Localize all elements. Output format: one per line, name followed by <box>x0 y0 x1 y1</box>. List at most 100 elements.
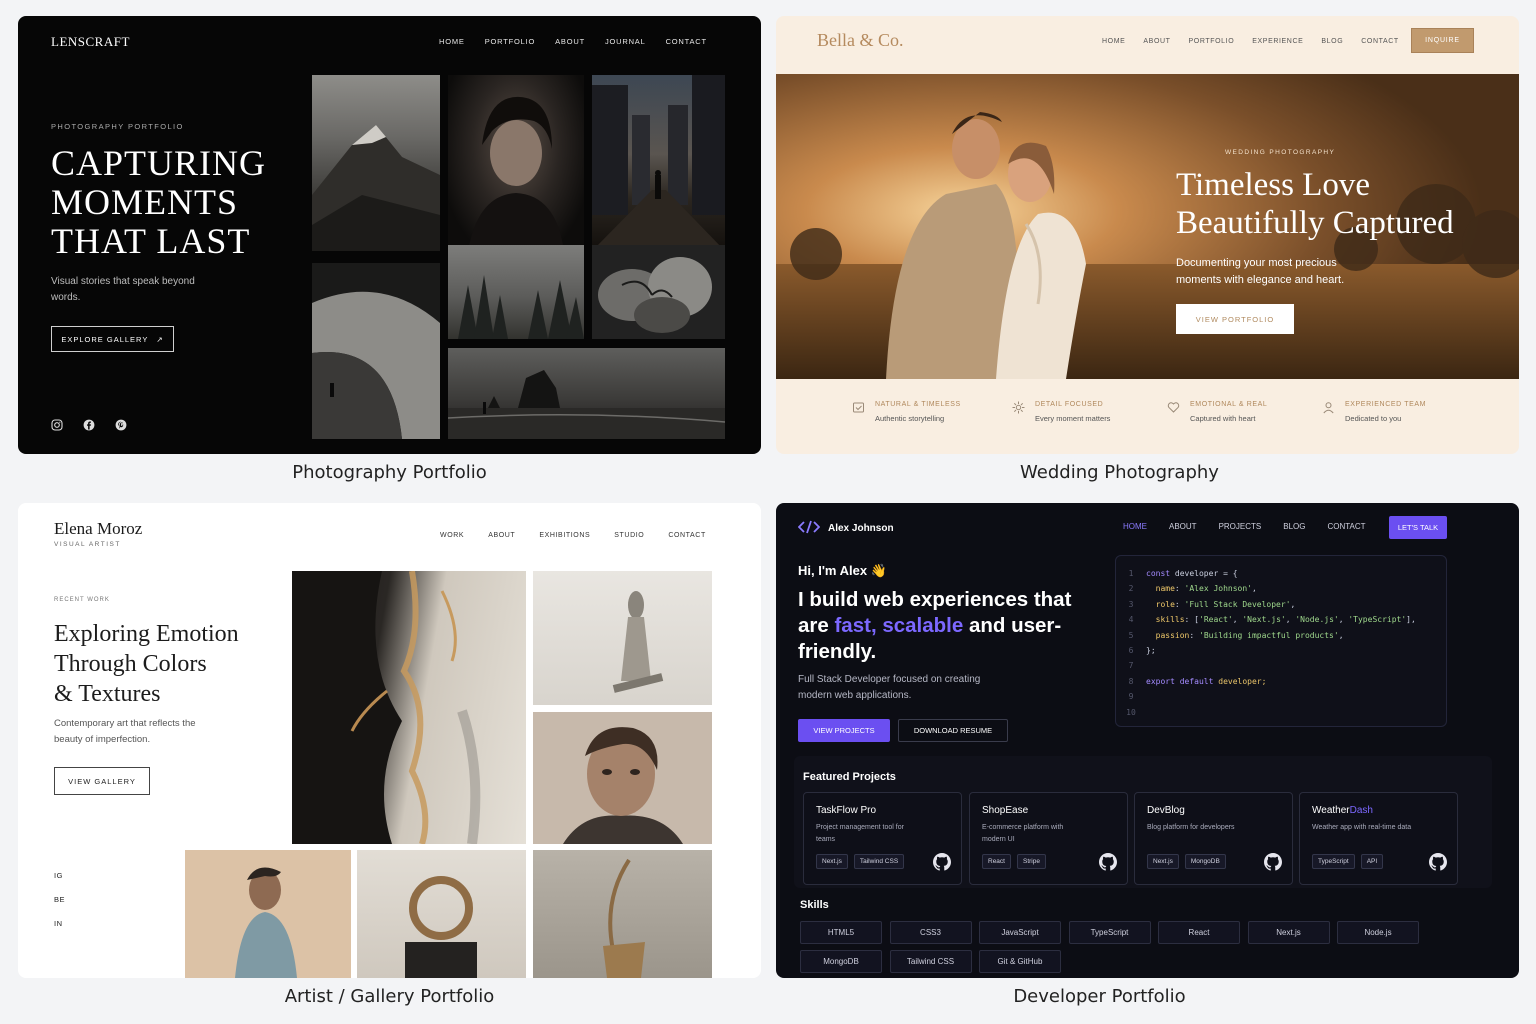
coastline-photo[interactable] <box>448 348 725 439</box>
project-description: Project management tool for teams <box>816 824 904 843</box>
nav-experience[interactable]: EXPERIENCE <box>1252 38 1303 45</box>
social-link-in[interactable]: IN <box>54 919 63 928</box>
nav-home[interactable]: HOME <box>1102 38 1125 45</box>
nav-studio[interactable]: STUDIO <box>614 532 644 539</box>
flower-photo[interactable] <box>592 245 725 339</box>
architecture-photo[interactable] <box>312 263 440 439</box>
code-line: 2 name: 'Alex Johnson', <box>1116 584 1446 599</box>
social-link-ig[interactable]: IG <box>54 871 63 880</box>
artist-name-logo[interactable]: Elena Moroz <box>54 519 142 539</box>
line-number: 7 <box>1128 661 1134 671</box>
nav-contact[interactable]: CONTACT <box>1327 522 1365 531</box>
mountain-photo[interactable] <box>312 75 440 251</box>
button-label: EXPLORE GALLERY <box>61 334 149 344</box>
skill-chip: JavaScript <box>979 921 1061 944</box>
github-icon[interactable] <box>1099 853 1117 876</box>
abstract-painting[interactable] <box>292 571 526 844</box>
nav-journal[interactable]: JOURNAL <box>605 37 646 46</box>
view-gallery-button[interactable]: VIEW GALLERY <box>54 767 150 795</box>
nav-about[interactable]: ABOUT <box>1169 522 1197 531</box>
photography-portfolio-preview[interactable]: LENSCRAFT HOME PORTFOLIO ABOUT JOURNAL C… <box>18 16 761 454</box>
feature-desc: Dedicated to you <box>1345 414 1402 423</box>
skill-chip: TypeScript <box>1068 921 1151 944</box>
headline-line-2: MOMENTS <box>51 182 239 222</box>
nav-contact[interactable]: CONTACT <box>1361 38 1399 45</box>
nav-blog[interactable]: BLOG <box>1283 522 1305 531</box>
nav-about[interactable]: ABOUT <box>488 532 515 539</box>
nav-blog[interactable]: BLOG <box>1321 38 1343 45</box>
nav-portfolio[interactable]: PORTFOLIO <box>485 37 535 46</box>
nav-home[interactable]: HOME <box>439 37 465 46</box>
feature-title: EXPERIENCED TEAM <box>1345 401 1427 408</box>
download-resume-button[interactable]: DOWNLOAD RESUME <box>898 719 1008 742</box>
card-caption: Developer Portfolio <box>1013 986 1186 1007</box>
site-brand[interactable]: Alex Johnson <box>797 520 894 537</box>
city-street-photo[interactable] <box>592 75 725 251</box>
nav-exhibitions[interactable]: EXHIBITIONS <box>539 532 590 539</box>
portrait-photo[interactable] <box>448 75 584 251</box>
site-logo[interactable]: Bella & Co. <box>817 30 904 51</box>
nav-contact[interactable]: CONTACT <box>668 532 706 539</box>
nav-about[interactable]: ABOUT <box>555 37 585 46</box>
sparkle-icon <box>1012 401 1025 423</box>
project-tags: TypeScript API <box>1312 854 1384 869</box>
lets-talk-button[interactable]: LET'S TALK <box>1389 516 1447 539</box>
pinterest-icon[interactable] <box>115 418 127 431</box>
wedding-photography-preview[interactable]: Bella & Co. HOME ABOUT PORTFOLIO EXPERIE… <box>776 16 1519 454</box>
view-portfolio-button[interactable]: VIEW PORTFOLIO <box>1176 304 1294 334</box>
nav-work[interactable]: WORK <box>440 532 464 539</box>
bronze-object-photo[interactable] <box>533 850 712 978</box>
github-icon[interactable] <box>933 853 951 876</box>
feature-title: DETAIL FOCUSED <box>1035 401 1104 408</box>
project-description: Blog platform for developers <box>1147 824 1235 831</box>
misty-forest-photo[interactable] <box>448 245 584 339</box>
view-projects-button[interactable]: VIEW PROJECTS <box>798 719 890 742</box>
github-icon[interactable] <box>1264 853 1282 876</box>
site-logo[interactable]: LENSCRAFT <box>51 34 130 50</box>
project-card[interactable]: ShopEase E-commerce platform with modern … <box>969 792 1128 885</box>
main-nav: HOME ABOUT PORTFOLIO EXPERIENCE BLOG CON… <box>1102 38 1399 45</box>
arrow-up-right-icon: ↗ <box>156 334 164 344</box>
figure-painting[interactable] <box>185 850 351 978</box>
project-card[interactable]: WeatherDash Weather app with real-time da… <box>1299 792 1458 885</box>
tech-tag: Tailwind CSS <box>853 854 905 869</box>
hero-subtitle: Visual stories that speak beyond words. <box>51 276 195 303</box>
social-links <box>51 418 127 431</box>
headline-line-2: Through Colors <box>54 651 207 677</box>
social-link-be[interactable]: BE <box>54 895 65 904</box>
tech-tag: API <box>1360 854 1384 869</box>
nav-home[interactable]: HOME <box>1123 522 1147 531</box>
site-name: Alex Johnson <box>828 523 894 534</box>
code-line: 7 <box>1116 661 1446 676</box>
skill-chip: React <box>1158 921 1240 944</box>
nav-about[interactable]: ABOUT <box>1143 38 1170 45</box>
inquire-button[interactable]: INQUIRE <box>1411 28 1474 53</box>
code-text: passion: 'Building impactful products', <box>1155 630 1344 640</box>
tech-tag: TypeScript <box>1312 854 1355 869</box>
project-card[interactable]: TaskFlow Pro Project management tool for … <box>803 792 962 885</box>
github-icon[interactable] <box>1429 853 1447 876</box>
explore-gallery-button[interactable]: EXPLORE GALLERY ↗ <box>51 326 174 352</box>
tech-tag: React <box>982 854 1011 869</box>
code-text: name: 'Alex Johnson', <box>1155 584 1257 594</box>
project-card[interactable]: DevBlog Blog platform for developers Next.… <box>1134 792 1293 885</box>
card-caption: Photography Portfolio <box>292 462 487 483</box>
sculpture-photo[interactable] <box>533 571 712 705</box>
frame-check-icon <box>852 401 865 423</box>
code-line: 9 <box>1116 692 1446 707</box>
nav-projects[interactable]: PROJECTS <box>1219 522 1262 531</box>
project-tags: Next.js Tailwind CSS <box>816 854 905 869</box>
code-line: 3 role: 'Full Stack Developer', <box>1116 600 1446 615</box>
user-icon <box>1322 401 1335 423</box>
developer-portfolio-preview[interactable]: Alex Johnson HOME ABOUT PROJECTS BLOG CO… <box>776 503 1519 978</box>
portrait-painting[interactable] <box>533 712 712 844</box>
hero-headline: Exploring Emotion Through Colors & Textu… <box>54 619 274 709</box>
nav-contact[interactable]: CONTACT <box>666 37 707 46</box>
line-number: 10 <box>1126 707 1136 717</box>
line-number: 6 <box>1128 645 1134 655</box>
artist-gallery-preview[interactable]: Elena Moroz VISUAL ARTIST WORK ABOUT EXH… <box>18 503 761 978</box>
ring-sculpture-photo[interactable] <box>357 850 526 978</box>
instagram-icon[interactable] <box>51 418 63 431</box>
nav-portfolio[interactable]: PORTFOLIO <box>1189 38 1235 45</box>
facebook-icon[interactable] <box>83 418 95 431</box>
